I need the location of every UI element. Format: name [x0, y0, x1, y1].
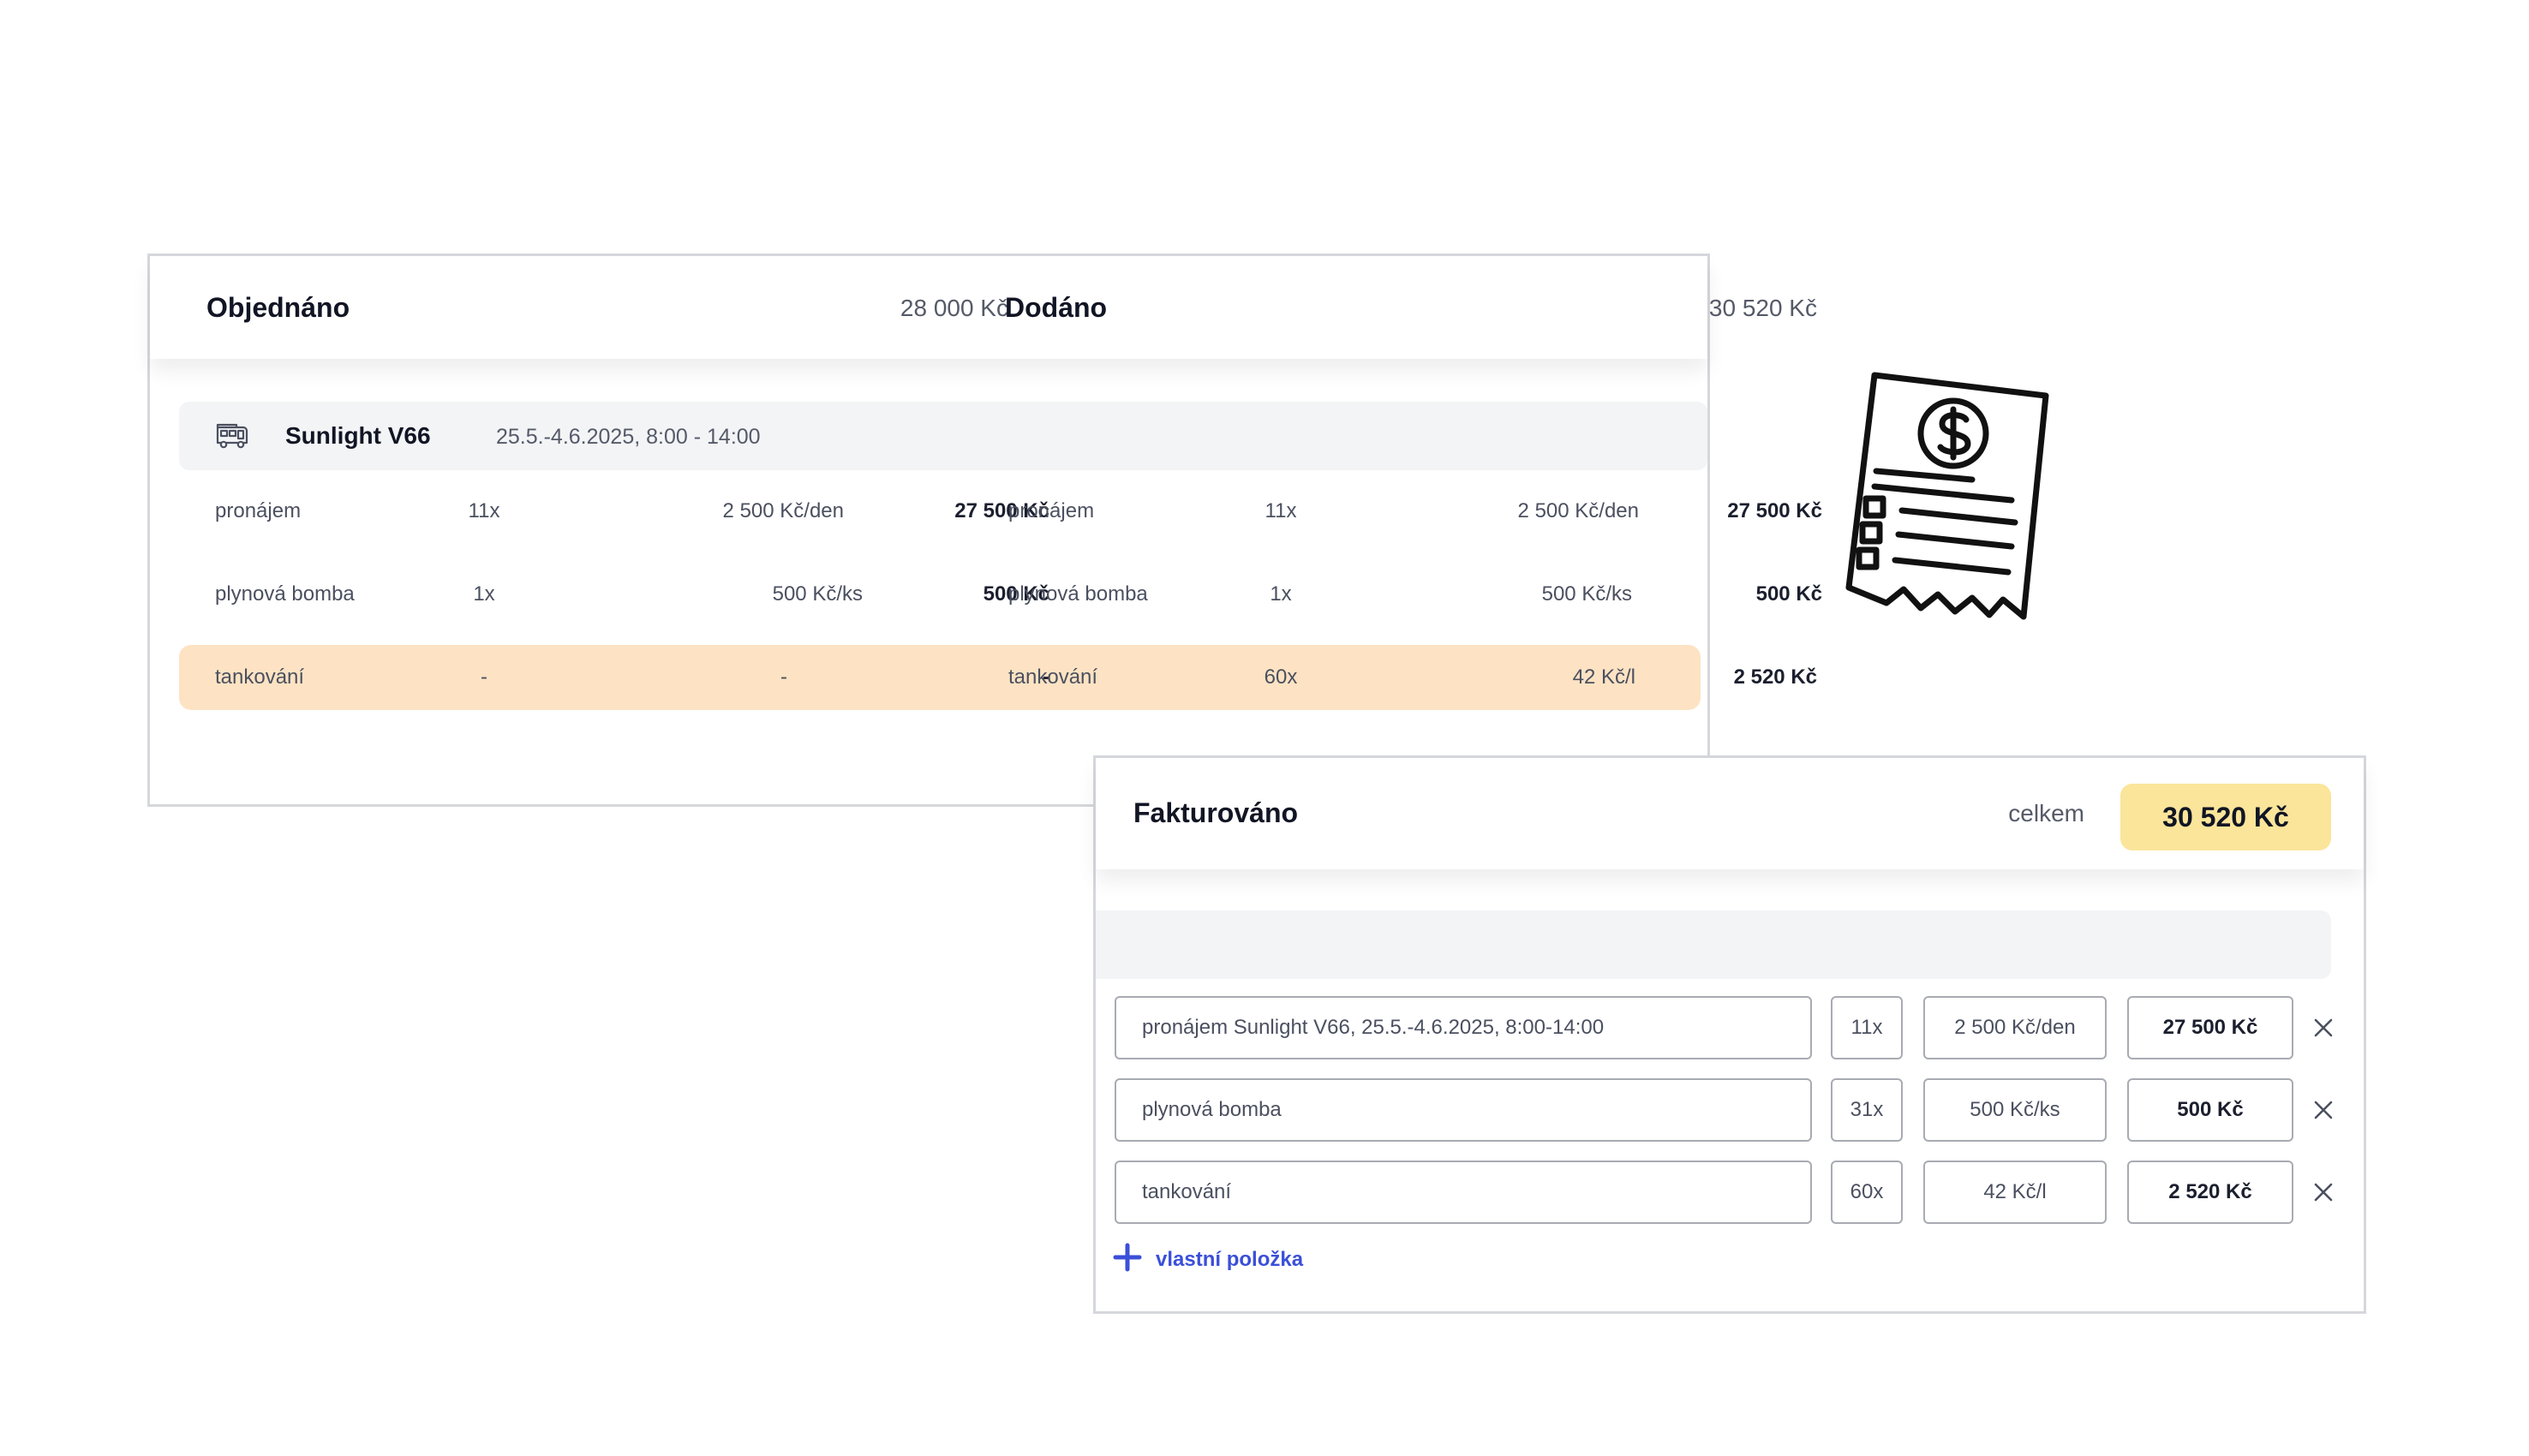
delivered-item: tankování [1008, 665, 1098, 689]
ordered-price: 500 Kč/ks [772, 582, 863, 606]
invoice-card: Fakturováno celkem 30 520 Kč pronájem Su… [1093, 755, 2366, 1314]
item-qty-input[interactable]: 11x [1831, 996, 1903, 1059]
delivered-title: Dodáno [1005, 292, 1108, 323]
close-icon[interactable] [2311, 1015, 2336, 1041]
ordered-price: 2 500 Kč/den [722, 499, 844, 522]
add-custom-item-button[interactable]: vlastní položka [1113, 1243, 1303, 1276]
delivered-price: 2 500 Kč/den [1517, 499, 1639, 522]
item-description-input[interactable]: pronájem Sunlight V66, 25.5.-4.6.2025, 8… [1115, 996, 1812, 1059]
ordered-total: 28 000 Kč [900, 295, 1008, 321]
ordered-item: pronájem [215, 499, 302, 522]
item-total-input[interactable]: 27 500 Kč [2127, 996, 2293, 1059]
delivered-row-total: 500 Kč [1755, 582, 1822, 606]
close-icon[interactable] [2311, 1179, 2336, 1205]
camper-van-icon [215, 422, 249, 454]
ordered-item: tankování [215, 665, 305, 689]
comparison-header: Objednáno 28 000 Kč Dodáno 30 520 Kč [150, 256, 1817, 359]
ordered-qty: 11x [468, 499, 500, 522]
add-custom-item-label: vlastní položka [1156, 1247, 1304, 1271]
vehicle-dates: 25.5.-4.6.2025, 8:00 - 14:00 [496, 425, 761, 449]
delivered-price: 500 Kč/ks [1541, 582, 1632, 606]
item-total-input[interactable]: 2 520 Kč [2127, 1161, 2293, 1224]
delivered-qty: 60x [1264, 665, 1298, 689]
plus-icon [1113, 1243, 1142, 1276]
item-qty-input[interactable]: 31x [1831, 1078, 1903, 1142]
item-total-input[interactable]: 500 Kč [2127, 1078, 2293, 1142]
delivered-total: 30 520 Kč [1708, 295, 1817, 321]
item-description-input[interactable]: tankování [1115, 1161, 1812, 1224]
delivered-item: pronájem [1008, 499, 1095, 522]
delivered-qty: 1x [1270, 582, 1292, 606]
invoiced-title: Fakturováno [1133, 797, 1299, 828]
delivered-row-total: 27 500 Kč [1727, 499, 1822, 522]
delivered-item: plynová bomba [1008, 582, 1148, 606]
delivered-row-total: 2 520 Kč [1733, 665, 1817, 689]
order-comparison-card: Objednáno 28 000 Kč Dodáno 30 520 Kč Sun… [147, 254, 1822, 807]
ordered-qty: - [481, 665, 487, 689]
invoice-header: Fakturováno celkem 30 520 Kč [1096, 758, 2364, 869]
delivered-qty: 11x [1264, 499, 1297, 522]
close-icon[interactable] [2311, 1097, 2336, 1123]
ordered-title: Objednáno [206, 292, 350, 323]
invoice-total-badge: 30 520 Kč [2120, 784, 2331, 850]
vehicle-name: Sunlight V66 [285, 422, 431, 449]
item-description-input[interactable]: plynová bomba [1115, 1078, 1812, 1142]
item-unit-price-input[interactable]: 500 Kč/ks [1923, 1078, 2107, 1142]
ordered-item: plynová bomba [215, 582, 355, 606]
ordered-qty: 1x [473, 582, 495, 606]
ordered-price: - [780, 665, 787, 689]
item-unit-price-input[interactable]: 2 500 Kč/den [1923, 996, 2107, 1059]
delivered-price: 42 Kč/l [1572, 665, 1635, 689]
invoice-section-bar [1096, 910, 2331, 979]
vehicle-bar: Sunlight V66 25.5.-4.6.2025, 8:00 - 14:0… [179, 402, 1707, 470]
receipt-dollar-icon [1842, 370, 2065, 631]
item-unit-price-input[interactable]: 42 Kč/l [1923, 1161, 2107, 1224]
item-qty-input[interactable]: 60x [1831, 1161, 1903, 1224]
total-label: celkem [2008, 800, 2084, 826]
